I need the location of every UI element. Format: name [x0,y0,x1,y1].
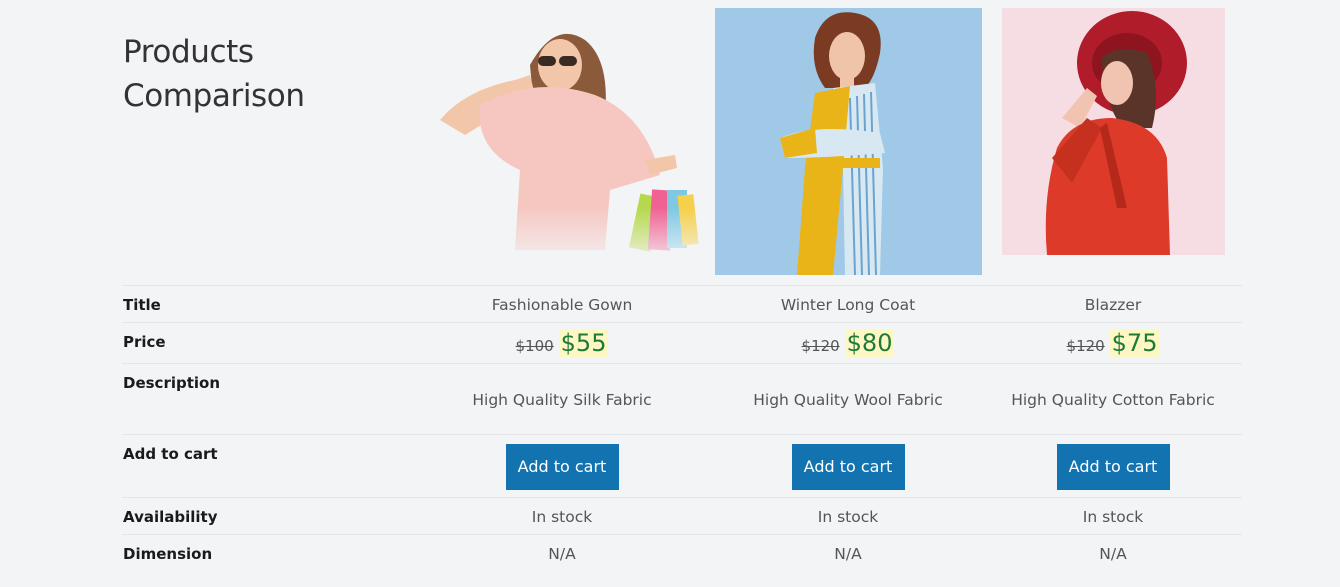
page-title-line-2: Comparison [123,78,305,114]
product-image-coat[interactable] [715,8,982,275]
product-description-3: High Quality Cotton Fabric [1011,391,1215,409]
product-image-gown[interactable] [435,20,700,270]
row-label-add-to-cart: Add to cart [123,445,218,463]
cart-cell-2: Add to cart [698,444,998,490]
row-label-availability: Availability [123,508,218,526]
sale-price: $55 [558,329,609,357]
row-description: Description High Quality Silk Fabric Hig… [122,363,1242,435]
row-label-title: Title [123,296,161,314]
product-title-2: Winter Long Coat [780,296,916,314]
row-availability: Availability In stock In stock In stock [122,497,1242,535]
product-description-1: High Quality Silk Fabric [472,391,652,409]
cart-cell-1: Add to cart [412,444,712,490]
price-cell-1: $100 $55 [412,329,712,357]
availability-2: In stock [817,508,879,526]
page-title-line-1: Products [123,34,254,70]
row-dimension: Dimension N/A N/A N/A [122,534,1242,575]
dimension-3: N/A [1099,545,1127,563]
row-label-dimension: Dimension [123,545,213,563]
gown-photo [435,20,700,270]
old-price: $100 [515,337,554,355]
row-title: Title Fashionable Gown Winter Long Coat … [122,285,1242,323]
price-cell-3: $120 $75 [963,329,1263,357]
dimension-1: N/A [548,545,576,563]
blazer-photo [1002,8,1225,255]
row-label-price: Price [123,333,166,351]
add-to-cart-button-1[interactable]: Add to cart [505,444,619,490]
cart-cell-3: Add to cart [963,444,1263,490]
sale-price: $80 [844,329,895,357]
dimension-2: N/A [834,545,862,563]
sale-price: $75 [1109,329,1160,357]
row-add-to-cart: Add to cart Add to cart Add to cart Add … [122,434,1242,498]
product-title-1: Fashionable Gown [491,296,633,314]
availability-3: In stock [1082,508,1144,526]
coat-photo [715,8,982,275]
product-description-2: High Quality Wool Fabric [753,391,943,409]
old-price: $120 [801,337,840,355]
comparison-page: Products Comparison Title Fashionable Go… [0,0,1340,587]
product-title-3: Blazzer [1084,296,1142,314]
product-image-blazer[interactable] [1002,8,1225,255]
availability-1: In stock [531,508,593,526]
page-title: Products Comparison [123,30,383,118]
old-price: $120 [1066,337,1105,355]
price-cell-2: $120 $80 [698,329,998,357]
row-price: Price $100 $55 $120 $80 $120 $75 [122,322,1242,364]
row-label-description: Description [123,374,221,392]
add-to-cart-button-3[interactable]: Add to cart [1056,444,1170,490]
add-to-cart-button-2[interactable]: Add to cart [791,444,905,490]
